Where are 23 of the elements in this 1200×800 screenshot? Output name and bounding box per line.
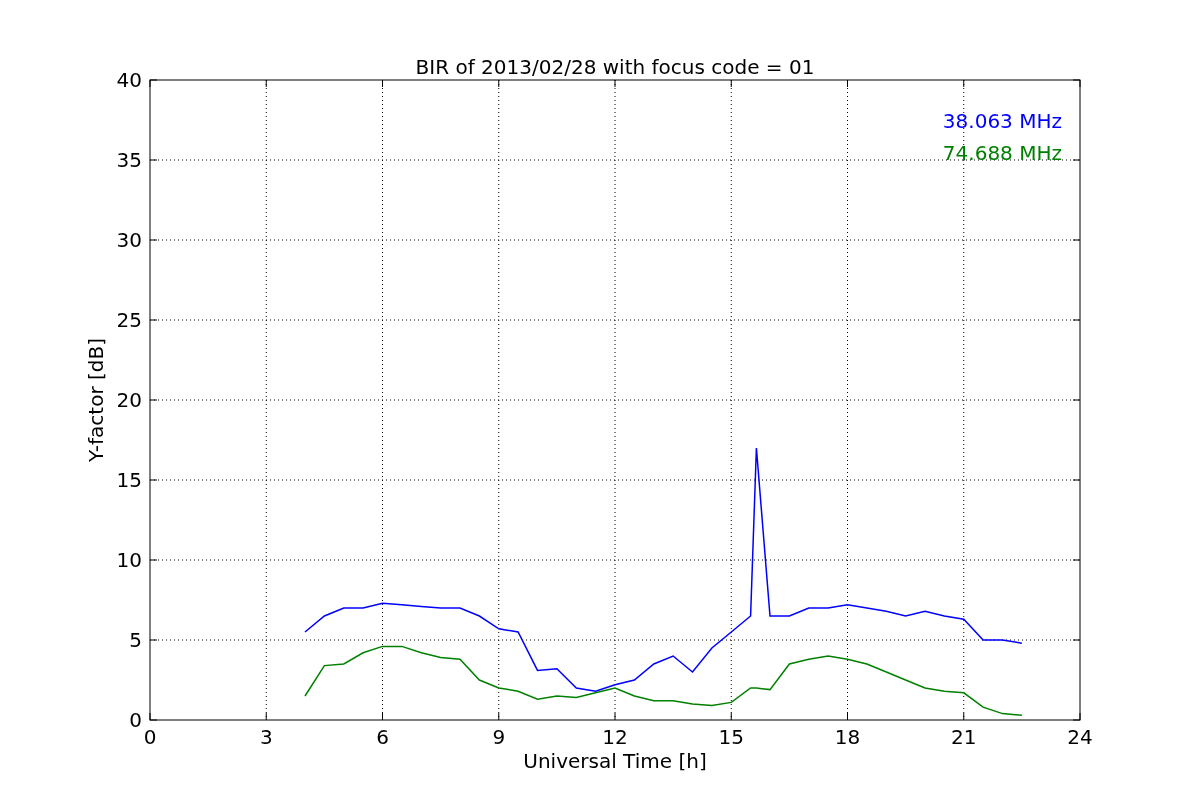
tick-label: 21 [951,725,977,749]
tick-label: 10 [116,548,142,572]
axis-label: Y-factor [dB] [84,338,108,462]
tick-label: 9 [492,725,506,749]
tick-label: 30 [116,228,142,252]
tick-label: 35 [116,148,142,172]
tick-label: 6 [376,725,389,749]
tick-label: 0 [129,708,142,732]
legend-label: 38.063 MHz [942,109,1062,133]
tick-label: 3 [259,725,273,749]
tick-label: 0 [143,725,157,749]
tick-label: 24 [1067,725,1093,749]
tick-label: 20 [116,388,142,412]
axis-label: Universal Time [h] [523,749,707,773]
tick-label: 40 [116,68,142,92]
tick-label: 15 [116,468,142,492]
tick-label: 12 [602,725,628,749]
tick-label: 25 [116,308,142,332]
chart-title: BIR of 2013/02/28 with focus code = 01 [415,55,815,79]
tick-label: 15 [718,725,744,749]
tick-label: 5 [129,628,142,652]
legend-label: 74.688 MHz [942,141,1062,165]
tick-label: 18 [834,725,861,749]
